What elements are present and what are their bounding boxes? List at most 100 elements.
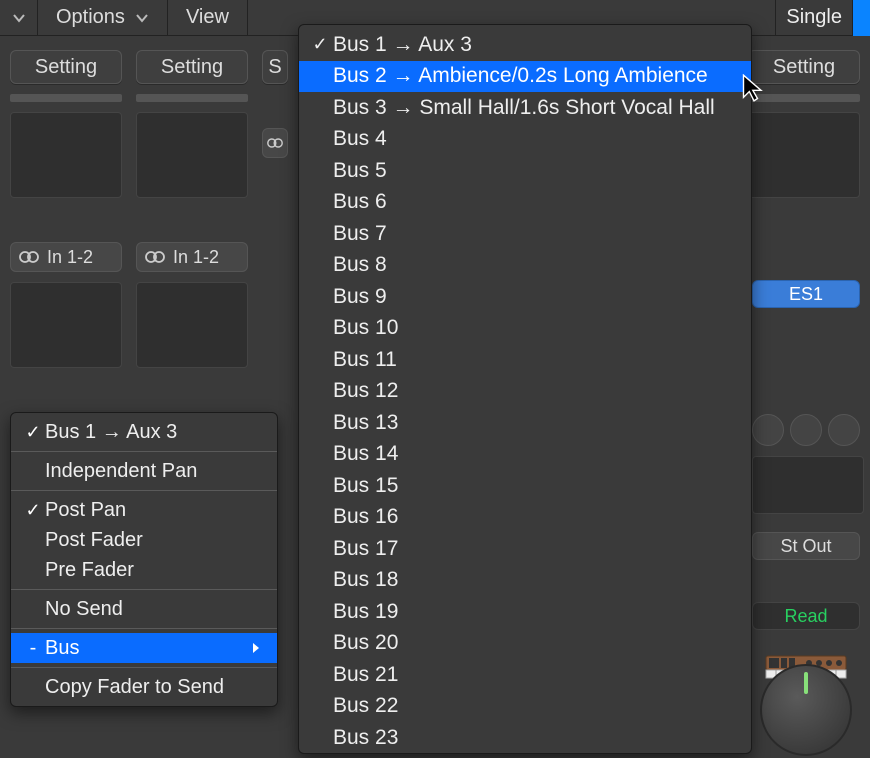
setting-button[interactable]: S bbox=[262, 50, 288, 84]
bus-menu-item-label: Bus 7 bbox=[333, 222, 737, 246]
single-label: Single bbox=[786, 6, 842, 29]
bus-menu-item[interactable]: Bus 2 → Ambience/0.2s Long Ambience bbox=[299, 61, 751, 93]
bus-menu-item[interactable]: Bus 8 bbox=[299, 250, 751, 282]
mode-indicator[interactable] bbox=[852, 0, 870, 36]
bus-menu-item[interactable]: Bus 21 bbox=[299, 659, 751, 691]
eq-slot[interactable] bbox=[136, 112, 248, 198]
bus-menu-item[interactable]: Bus 10 bbox=[299, 313, 751, 345]
menu-item-label: Post Pan bbox=[45, 499, 267, 522]
channel-strip: Setting bbox=[744, 36, 864, 198]
gain-reduction-meter bbox=[136, 94, 248, 102]
stereo-icon bbox=[19, 249, 39, 265]
bus-menu-item-label: Bus 11 bbox=[333, 348, 737, 372]
menu-separator bbox=[11, 451, 277, 452]
gain-reduction-meter bbox=[10, 94, 122, 102]
bus-menu-item[interactable]: Bus 19 bbox=[299, 596, 751, 628]
menu-item-bus-submenu[interactable]: -Bus bbox=[11, 633, 277, 663]
bus-menu-item[interactable]: Bus 18 bbox=[299, 565, 751, 597]
bus-menu-item-label: Bus 9 bbox=[333, 285, 737, 309]
bus-menu-item[interactable]: Bus 20 bbox=[299, 628, 751, 660]
bus-menu-item-label: Bus 22 bbox=[333, 694, 737, 718]
bus-menu-item[interactable]: Bus 11 bbox=[299, 344, 751, 376]
bus-menu-item-label: Bus 2 → Ambience/0.2s Long Ambience bbox=[333, 64, 737, 88]
menu-item[interactable]: Pre Fader bbox=[11, 555, 277, 585]
send-knob[interactable] bbox=[752, 414, 784, 446]
bus-menu-item[interactable]: Bus 6 bbox=[299, 187, 751, 219]
bus-menu-item[interactable]: Bus 13 bbox=[299, 407, 751, 439]
input-button[interactable]: In 1-2 bbox=[10, 242, 122, 272]
menu-item[interactable]: Post Fader bbox=[11, 525, 277, 555]
send-knob[interactable] bbox=[790, 414, 822, 446]
view-menu[interactable]: View bbox=[168, 0, 248, 36]
chevron-down-icon bbox=[12, 11, 26, 25]
bus-menu-item-label: Bus 1 → Aux 3 bbox=[333, 33, 737, 57]
audio-fx-slot[interactable] bbox=[10, 282, 122, 368]
options-menu[interactable]: Options bbox=[38, 0, 168, 36]
bus-menu-item[interactable]: Bus 17 bbox=[299, 533, 751, 565]
bus-menu-item-label: Bus 10 bbox=[333, 316, 737, 340]
setting-button[interactable]: Setting bbox=[10, 50, 122, 84]
bus-menu-item-label: Bus 8 bbox=[333, 253, 737, 277]
bus-menu-item-label: Bus 16 bbox=[333, 505, 737, 529]
bus-submenu: ✓Bus 1 → Aux 3 Bus 2 → Ambience/0.2s Long… bbox=[298, 24, 752, 754]
send-context-menu: ✓Bus 1 → Aux 3Independent Pan✓Post PanPo… bbox=[10, 412, 278, 707]
bus-menu-item[interactable]: Bus 16 bbox=[299, 502, 751, 534]
send-knob-row bbox=[752, 414, 864, 446]
bus-menu-item[interactable]: Bus 7 bbox=[299, 218, 751, 250]
menu-item-label: Bus 1 → Aux 3 bbox=[45, 421, 267, 444]
options-label: Options bbox=[56, 6, 125, 29]
bus-menu-item[interactable]: Bus 4 bbox=[299, 124, 751, 156]
menu-item-label: Bus bbox=[45, 637, 251, 660]
automation-mode-button[interactable]: Read bbox=[752, 602, 860, 630]
bus-menu-item[interactable]: ✓Bus 1 → Aux 3 bbox=[299, 29, 751, 61]
send-knob[interactable] bbox=[828, 414, 860, 446]
menu-item-label: Copy Fader to Send bbox=[45, 676, 267, 699]
bus-menu-item-label: Bus 20 bbox=[333, 631, 737, 655]
toolbar-collapse-button[interactable] bbox=[0, 0, 38, 36]
checkmark-icon: ✓ bbox=[21, 500, 45, 521]
stereo-icon bbox=[267, 135, 283, 151]
input-label: In 1-2 bbox=[173, 247, 219, 268]
menu-item-label: Independent Pan bbox=[45, 460, 267, 483]
bus-menu-item-label: Bus 19 bbox=[333, 600, 737, 624]
eq-slot[interactable] bbox=[10, 112, 122, 198]
dash-icon: - bbox=[21, 637, 45, 660]
pan-knob[interactable] bbox=[760, 664, 852, 756]
bus-menu-item-label: Bus 18 bbox=[333, 568, 737, 592]
send-slots[interactable] bbox=[752, 456, 864, 514]
input-button[interactable]: In 1-2 bbox=[136, 242, 248, 272]
menu-item-label: Post Fader bbox=[45, 529, 267, 552]
menu-item[interactable]: ✓Bus 1 → Aux 3 bbox=[11, 417, 277, 447]
checkmark-icon: ✓ bbox=[307, 34, 333, 55]
view-label: View bbox=[186, 6, 229, 29]
bus-menu-item-label: Bus 15 bbox=[333, 474, 737, 498]
cursor-icon bbox=[742, 74, 766, 102]
audio-fx-slot[interactable] bbox=[136, 282, 248, 368]
instrument-slot[interactable]: ES1 bbox=[752, 280, 860, 308]
eq-slot[interactable] bbox=[748, 112, 860, 198]
bus-menu-item[interactable]: Bus 22 bbox=[299, 691, 751, 723]
output-button[interactable]: St Out bbox=[752, 532, 860, 560]
bus-menu-item[interactable]: Bus 12 bbox=[299, 376, 751, 408]
bus-menu-item[interactable]: Bus 14 bbox=[299, 439, 751, 471]
bus-menu-item[interactable]: Bus 5 bbox=[299, 155, 751, 187]
menu-separator bbox=[11, 589, 277, 590]
menu-item[interactable]: ✓Post Pan bbox=[11, 495, 277, 525]
menu-item-label: Pre Fader bbox=[45, 559, 267, 582]
bus-menu-item-label: Bus 5 bbox=[333, 159, 737, 183]
bus-menu-item-label: Bus 3 → Small Hall/1.6s Short Vocal Hall bbox=[333, 96, 737, 120]
menu-separator bbox=[11, 628, 277, 629]
single-mode-button[interactable]: Single bbox=[775, 0, 852, 36]
checkmark-icon: ✓ bbox=[21, 422, 45, 443]
submenu-arrow-icon bbox=[251, 641, 267, 655]
menu-item[interactable]: Independent Pan bbox=[11, 456, 277, 486]
menu-item[interactable]: Copy Fader to Send bbox=[11, 672, 277, 702]
bus-menu-item[interactable]: Bus 23 bbox=[299, 722, 751, 754]
bus-menu-item[interactable]: Bus 15 bbox=[299, 470, 751, 502]
setting-button[interactable]: Setting bbox=[136, 50, 248, 84]
bus-menu-item[interactable]: Bus 3 → Small Hall/1.6s Short Vocal Hall bbox=[299, 92, 751, 124]
bus-menu-item[interactable]: Bus 9 bbox=[299, 281, 751, 313]
menu-item[interactable]: No Send bbox=[11, 594, 277, 624]
input-button[interactable] bbox=[262, 128, 288, 158]
channel-strip: Setting In 1-2 bbox=[6, 36, 126, 368]
